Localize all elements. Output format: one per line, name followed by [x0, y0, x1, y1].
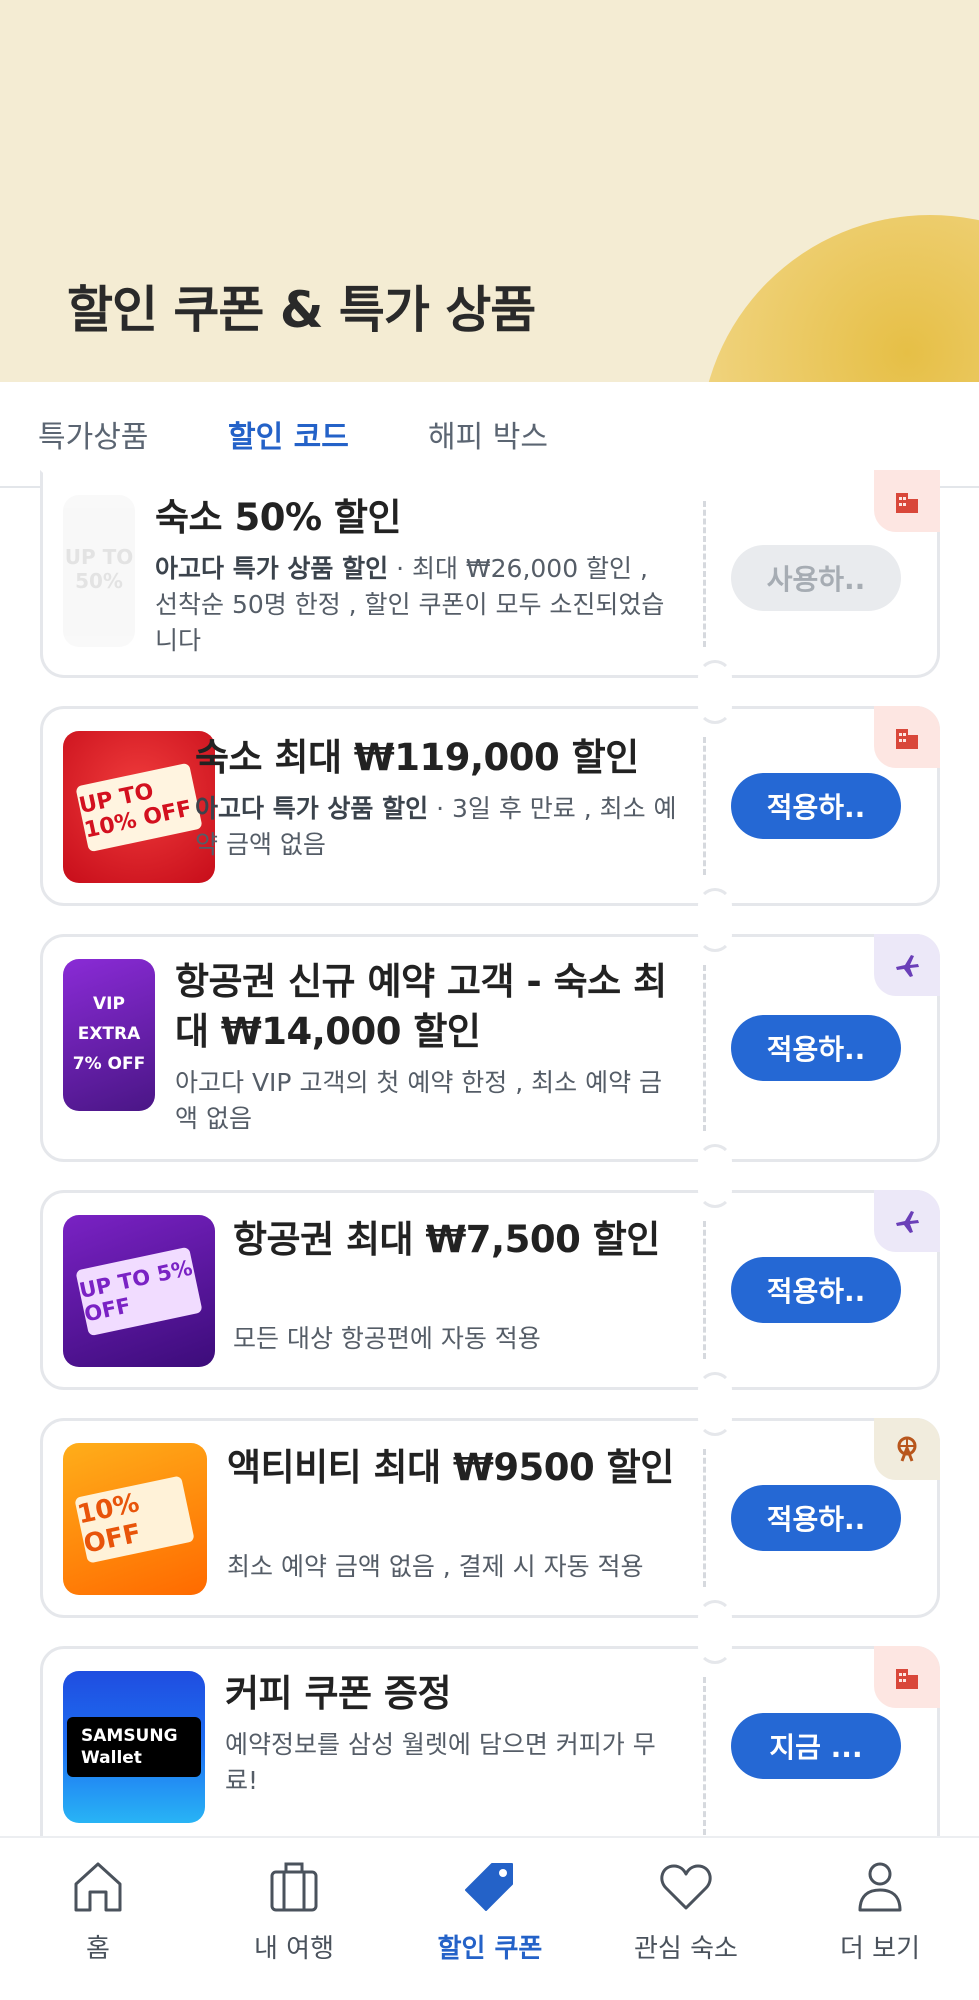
thumbnail-text: UP TO 50% [64, 545, 134, 593]
bottom-navigation: 홈 내 여행 할인 쿠폰 관심 숙소 더 보기 [0, 1836, 979, 2000]
nav-my-trips[interactable]: 내 여행 [214, 1858, 374, 1965]
coupon-description: 모든 대상 항공편에 자동 적용 [233, 1324, 541, 1353]
coupon-thumbnail: VIP EXTRA 7% OFF [63, 959, 155, 1111]
coupon-card[interactable]: UP TO 5% OFF 항공권 최대 ₩7,500 할인 모든 대상 항공편에… [40, 1174, 940, 1406]
page-header: 할인 쿠폰 & 특가 상품 [0, 0, 979, 382]
use-button-disabled[interactable]: 사용하.. [731, 545, 901, 611]
nav-label: 홈 [86, 1934, 110, 1964]
coupon-title: 항공권 최대 ₩7,500 할인 [233, 1218, 660, 1261]
coupon-card[interactable]: UP TO 10% OFF 숙소 최대 ₩119,000 할인 아고다 특가 상… [40, 690, 940, 922]
coupon-card[interactable]: UP TO 50% 숙소 50% 할인 아고다 특가 상품 할인 · 최대 ₩2… [40, 470, 940, 694]
coupon-card[interactable]: SAMSUNG Wallet 커피 쿠폰 증정 예약정보를 삼성 월렛에 담으면… [40, 1630, 940, 1866]
claim-now-button[interactable]: 지금 ... [731, 1713, 901, 1779]
thumbnail-text: UP TO 10% OFF [75, 762, 203, 852]
thumbnail-text: 10% OFF [74, 1474, 196, 1564]
sun-decoration [700, 215, 979, 382]
airplane-icon [896, 955, 919, 977]
coupon-description: 아고다 특가 상품 할인 · 최대 ₩26,000 할인 , 선착순 50명 한… [155, 554, 665, 655]
heart-icon [660, 1864, 712, 1910]
hotel-category-badge [874, 706, 940, 768]
ticket-divider [703, 501, 706, 647]
ticket-notch [698, 1144, 732, 1178]
nav-label: 할인 쿠폰 [437, 1934, 543, 1964]
coupon-title: 숙소 최대 ₩119,000 할인 [195, 736, 639, 779]
tab-discount-codes[interactable]: 할인 코드 [228, 412, 349, 456]
thumbnail-text: UP TO 5% OFF [75, 1246, 203, 1336]
tab-special-deals[interactable]: 특가상품 [38, 412, 148, 456]
thumbnail-text: VIP EXTRA 7% OFF [72, 994, 146, 1074]
page-title: 할인 쿠폰 & 특가 상품 [67, 281, 536, 339]
tag-icon [465, 1863, 513, 1911]
coupon-title: 액티비티 최대 ₩9500 할인 [227, 1446, 674, 1489]
activity-category-badge [874, 1418, 940, 1480]
ticket-notch [698, 1174, 732, 1208]
home-icon [74, 1862, 122, 1912]
ticket-notch [698, 1630, 732, 1664]
apply-button[interactable]: 적용하.. [731, 1485, 901, 1551]
coupon-card[interactable]: 10% OFF 액티비티 최대 ₩9500 할인 최소 예약 금액 없음 , 결… [40, 1402, 940, 1634]
ticket-divider [703, 1449, 706, 1587]
coupon-description: 예약정보를 삼성 월렛에 담으면 커피가 무료! [225, 1730, 656, 1795]
coupon-description: 아고다 특가 상품 할인 · 3일 후 만료 , 최소 예약 금액 없음 [195, 794, 677, 859]
airplane-icon [896, 1211, 919, 1233]
hotel-category-badge [874, 1646, 940, 1708]
ticket-divider [703, 965, 706, 1131]
hotel-icon [896, 729, 918, 749]
ticket-notch [698, 1600, 732, 1634]
coupon-card[interactable]: VIP EXTRA 7% OFF 항공권 신규 예약 고객 - 숙소 최대 ₩1… [40, 918, 940, 1178]
apply-button[interactable]: 적용하.. [731, 1257, 901, 1323]
nav-saved-properties[interactable]: 관심 숙소 [606, 1858, 766, 1965]
coupon-title: 항공권 신규 예약 고객 - 숙소 최대 ₩14,000 할인 [175, 960, 667, 1053]
ticket-notch [698, 660, 732, 694]
coupon-description: 최소 예약 금액 없음 , 결제 시 자동 적용 [227, 1552, 644, 1581]
ticket-notch [698, 888, 732, 922]
apply-button[interactable]: 적용하.. [731, 1015, 901, 1081]
coupon-title: 숙소 50% 할인 [155, 496, 401, 539]
coupon-thumbnail: 10% OFF [63, 1443, 207, 1595]
ferris-wheel-icon [897, 1436, 917, 1462]
nav-more[interactable]: 더 보기 [800, 1858, 960, 1965]
ticket-notch [698, 918, 732, 952]
coupon-description: 아고다 VIP 고객의 첫 예약 한정 , 최소 예약 금액 없음 [175, 1068, 663, 1133]
tab-happy-box[interactable]: 해피 박스 [428, 412, 548, 456]
samsung-wallet-logo: SAMSUNG Wallet [67, 1717, 201, 1777]
ticket-divider [703, 1221, 706, 1359]
hotel-icon [896, 1669, 918, 1689]
flight-category-badge [874, 1190, 940, 1252]
ticket-notch [698, 690, 732, 724]
ticket-notch [698, 1402, 732, 1436]
coupon-thumbnail: UP TO 5% OFF [63, 1215, 215, 1367]
nav-label: 관심 숙소 [634, 1934, 738, 1964]
hotel-icon [896, 493, 918, 513]
nav-discount-coupons[interactable]: 할인 쿠폰 [410, 1858, 570, 1965]
ticket-divider [703, 737, 706, 875]
nav-label: 내 여행 [253, 1934, 335, 1964]
ticket-divider [703, 1677, 706, 1835]
person-icon [858, 1862, 902, 1912]
coupon-title: 커피 쿠폰 증정 [225, 1672, 452, 1715]
suitcase-icon [270, 1862, 318, 1912]
coupon-thumbnail: UP TO 50% [63, 495, 135, 647]
nav-label: 더 보기 [839, 1934, 921, 1964]
coupon-thumbnail: SAMSUNG Wallet [63, 1671, 205, 1823]
flight-category-badge [874, 934, 940, 996]
nav-home[interactable]: 홈 [18, 1858, 178, 1965]
apply-button[interactable]: 적용하.. [731, 773, 901, 839]
coupon-thumbnail: UP TO 10% OFF [63, 731, 215, 883]
hotel-category-badge [874, 470, 940, 532]
ticket-notch [698, 1372, 732, 1406]
